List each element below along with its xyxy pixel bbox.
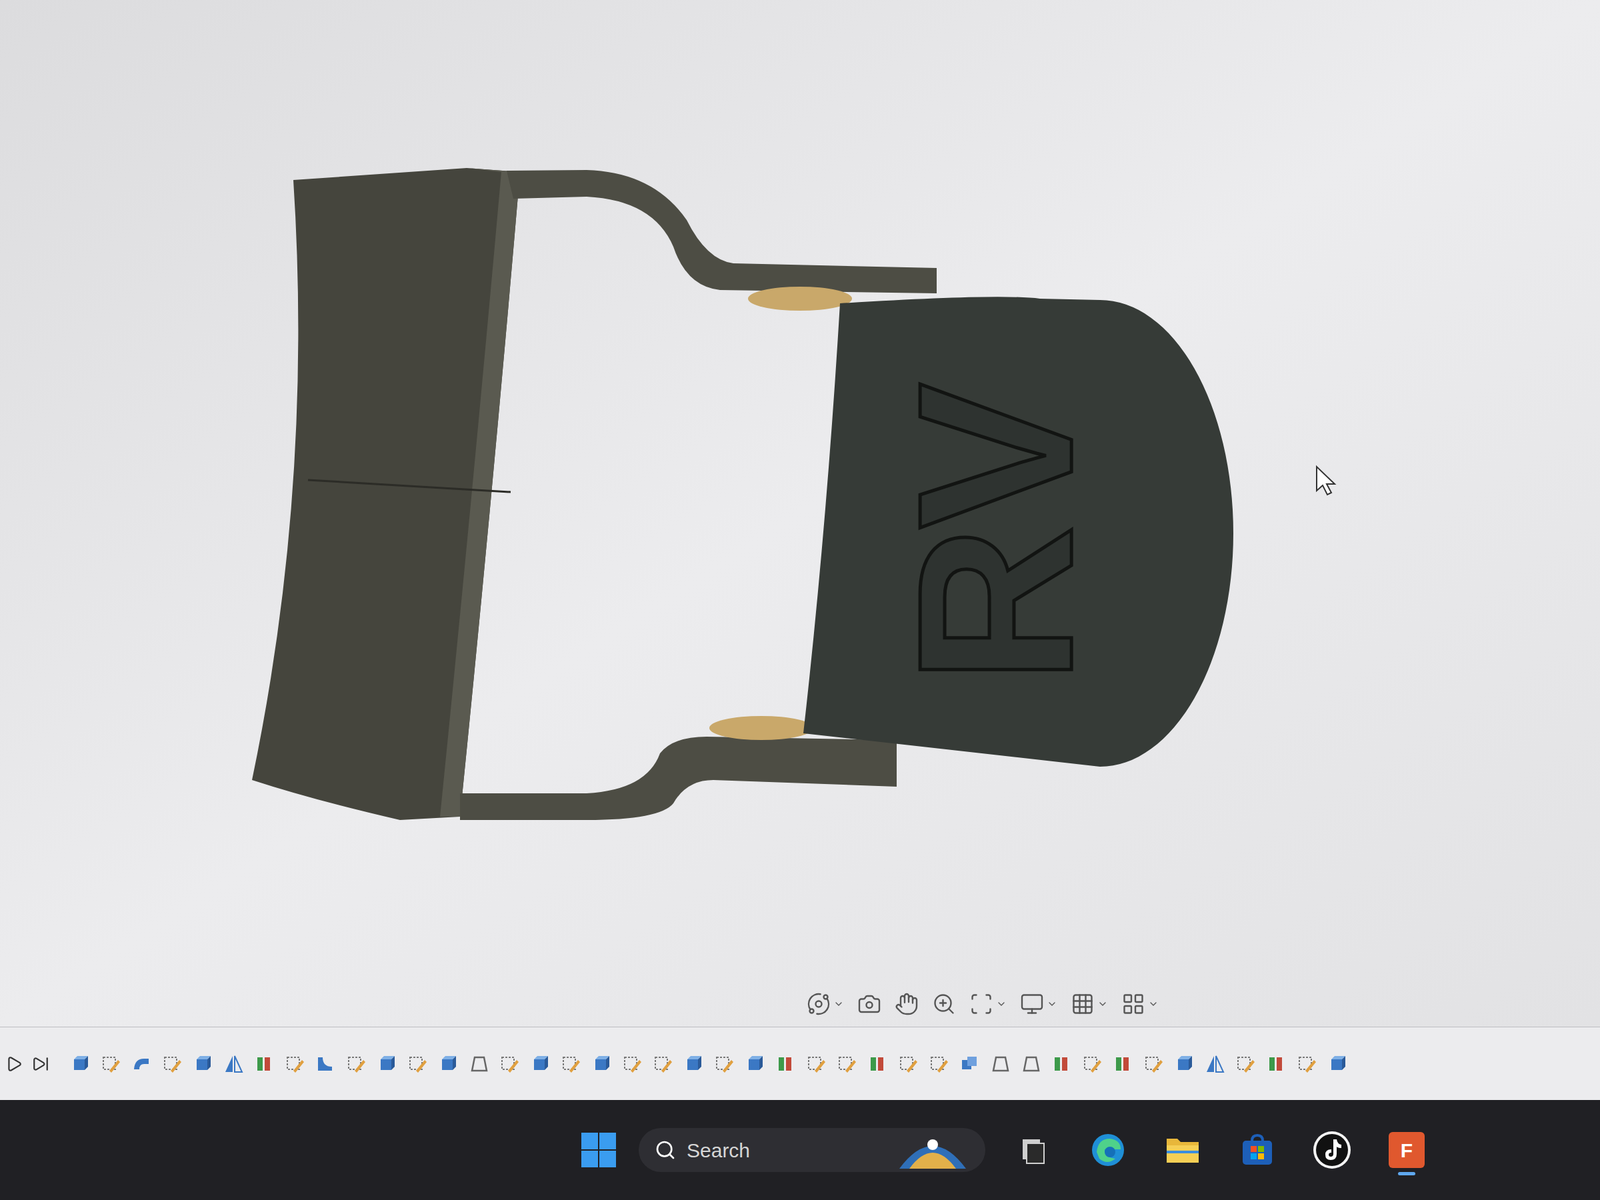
sketch-feature-icon[interactable] (560, 1053, 582, 1075)
box-feature-icon[interactable] (529, 1053, 551, 1075)
sketch-feature-icon[interactable] (284, 1053, 306, 1075)
nav-tool[interactable] (1070, 992, 1108, 1016)
sweep-feature-icon[interactable] (130, 1053, 152, 1075)
box-feature-icon[interactable] (437, 1053, 459, 1075)
sketch-feature-icon[interactable] (621, 1053, 643, 1075)
dropdown-icon (1046, 998, 1058, 1010)
mirror-feature-icon[interactable] (1204, 1053, 1226, 1075)
mirror-feature-icon[interactable] (222, 1053, 244, 1075)
mouse-cursor-icon (1316, 466, 1335, 495)
search-placeholder: Search (686, 1135, 886, 1166)
folder-icon (1164, 1133, 1202, 1167)
sketch-feature-icon[interactable] (652, 1053, 674, 1075)
taskbar: Search F (0, 1100, 1600, 1200)
play-icon[interactable] (5, 1055, 23, 1073)
nav-tool[interactable] (857, 992, 882, 1016)
canvas-viewport[interactable]: RV (0, 0, 1600, 1027)
nav-tool-icon (1121, 992, 1146, 1016)
split-feature-icon[interactable] (774, 1053, 796, 1075)
task-view-icon (1017, 1134, 1050, 1166)
sketch-feature-icon[interactable] (836, 1053, 858, 1075)
store-icon (1240, 1132, 1275, 1168)
nav-tool-icon (1070, 992, 1095, 1016)
sketch-feature-icon[interactable] (713, 1053, 735, 1075)
fusion-icon: F (1388, 1132, 1425, 1168)
nav-tool[interactable] (1020, 992, 1058, 1016)
sketch-feature-icon[interactable] (928, 1053, 950, 1075)
timeline (0, 1026, 1600, 1100)
loft-feature-icon[interactable] (468, 1053, 490, 1075)
skip-end-icon[interactable] (32, 1055, 50, 1073)
box-feature-icon[interactable] (192, 1053, 214, 1075)
tiktok-taskbar-app[interactable] (1305, 1123, 1359, 1177)
nav-tool[interactable] (932, 992, 956, 1016)
sketch-feature-icon[interactable] (805, 1053, 827, 1075)
search-box[interactable]: Search (638, 1128, 986, 1172)
taskview-taskbar-app[interactable] (1006, 1123, 1060, 1177)
sketch-feature-icon[interactable] (1142, 1053, 1164, 1075)
fusion-taskbar-app[interactable]: F (1380, 1123, 1434, 1177)
split-feature-icon[interactable] (866, 1053, 888, 1075)
combine-feature-icon[interactable] (958, 1053, 980, 1075)
split-feature-icon[interactable] (1050, 1053, 1072, 1075)
sketch-feature-icon[interactable] (345, 1053, 367, 1075)
dropdown-icon (833, 998, 844, 1010)
nav-tool-icon (806, 992, 831, 1016)
nav-tool[interactable] (806, 992, 844, 1016)
sketch-feature-icon[interactable] (406, 1053, 428, 1075)
loft-feature-icon[interactable] (989, 1053, 1011, 1075)
dropdown-icon (1097, 998, 1108, 1010)
explorer-taskbar-app[interactable] (1156, 1123, 1210, 1177)
nav-tool-icon (857, 992, 882, 1016)
nav-tool[interactable] (969, 992, 1007, 1016)
split-feature-icon[interactable] (1265, 1053, 1287, 1075)
sketch-feature-icon[interactable] (897, 1053, 919, 1075)
box-feature-icon[interactable] (744, 1053, 766, 1075)
nav-tool-icon (1020, 992, 1044, 1016)
model-emboss-text: RV (872, 381, 1118, 684)
split-feature-icon[interactable] (253, 1053, 275, 1075)
sketch-feature-icon[interactable] (498, 1053, 520, 1075)
sketch-feature-icon[interactable] (100, 1053, 122, 1075)
split-feature-icon[interactable] (1112, 1053, 1134, 1075)
nav-tool-icon (894, 992, 919, 1016)
edge-icon (1090, 1132, 1126, 1168)
search-icon (654, 1139, 676, 1161)
edge-taskbar-app[interactable] (1081, 1123, 1135, 1177)
screen: RV Search F (0, 0, 1600, 1200)
nav-tool-icon (969, 992, 994, 1016)
tiktok-icon (1312, 1130, 1352, 1170)
headset-model[interactable]: RV (0, 0, 1600, 1027)
navigation-toolbar (806, 992, 1159, 1016)
nav-tool[interactable] (894, 992, 919, 1016)
nav-tool[interactable] (1121, 992, 1159, 1016)
sketch-feature-icon[interactable] (1296, 1053, 1318, 1075)
active-indicator (1398, 1172, 1416, 1176)
box-feature-icon[interactable] (1173, 1053, 1195, 1075)
loft-feature-icon[interactable] (1020, 1053, 1042, 1075)
store-taskbar-app[interactable] (1230, 1123, 1284, 1177)
nav-tool-icon (932, 992, 956, 1016)
sketch-feature-icon[interactable] (1234, 1053, 1256, 1075)
dropdown-icon (1148, 998, 1159, 1010)
sketch-feature-icon[interactable] (1081, 1053, 1103, 1075)
box-feature-icon[interactable] (682, 1053, 704, 1075)
box-feature-icon[interactable] (376, 1053, 398, 1075)
search-highlight-icon (896, 1130, 970, 1170)
box-feature-icon[interactable] (1326, 1053, 1348, 1075)
sketch-feature-icon[interactable] (161, 1053, 183, 1075)
box-feature-icon[interactable] (590, 1053, 612, 1075)
windows-start-icon[interactable] (580, 1131, 618, 1169)
box-feature-icon[interactable] (69, 1053, 91, 1075)
dropdown-icon (996, 998, 1007, 1010)
fillet-feature-icon[interactable] (314, 1053, 336, 1075)
